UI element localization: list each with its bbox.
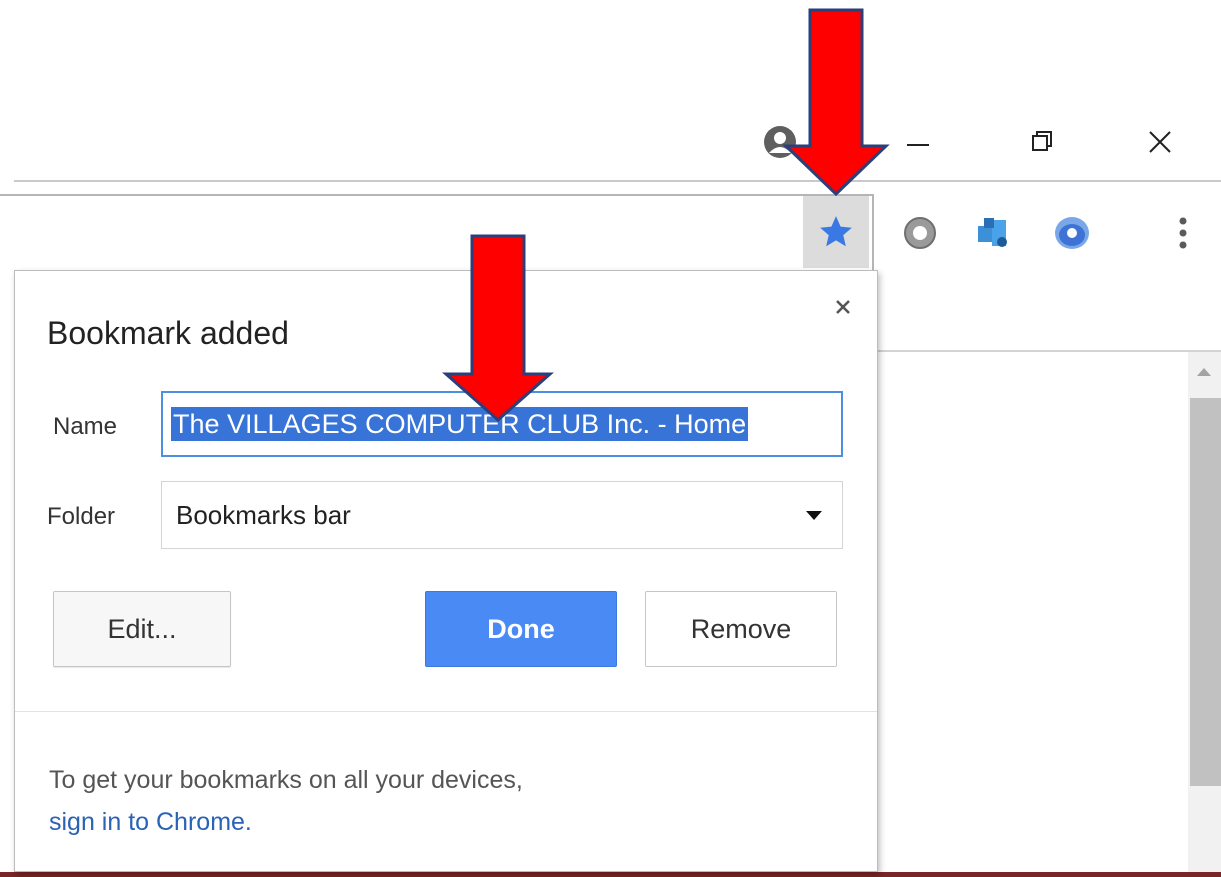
sign-in-link[interactable]: sign in to Chrome. bbox=[49, 801, 523, 843]
dialog-divider bbox=[15, 711, 877, 712]
chrome-menu-button[interactable] bbox=[1158, 208, 1208, 258]
dialog-close-button[interactable] bbox=[827, 291, 859, 323]
close-window-button[interactable] bbox=[1130, 112, 1190, 172]
dropdown-caret-icon bbox=[806, 511, 822, 520]
extension-button-1[interactable] bbox=[895, 208, 945, 258]
page-top-border bbox=[874, 350, 1221, 352]
folder-label: Folder bbox=[47, 503, 116, 530]
address-bar[interactable] bbox=[0, 194, 874, 270]
page-content-strip bbox=[0, 872, 1221, 877]
star-icon bbox=[820, 216, 852, 247]
bookmark-star-button[interactable] bbox=[803, 196, 869, 268]
gray-ring-extension-icon bbox=[904, 217, 936, 249]
done-button[interactable]: Done bbox=[425, 591, 617, 667]
close-icon bbox=[1149, 131, 1171, 153]
close-icon bbox=[836, 300, 850, 314]
restore-icon bbox=[1032, 131, 1052, 151]
blue-globe-extension-icon bbox=[1055, 217, 1089, 249]
name-label: Name bbox=[53, 413, 118, 440]
toolbar-divider bbox=[14, 180, 1221, 182]
folder-value: Bookmarks bar bbox=[176, 499, 351, 530]
dialog-title: Bookmark added bbox=[47, 315, 289, 351]
remove-button[interactable]: Remove bbox=[645, 591, 837, 667]
edit-button[interactable]: Edit... bbox=[53, 591, 231, 667]
sync-promo-text: To get your bookmarks on all your device… bbox=[49, 766, 523, 794]
scroll-up-arrow-icon[interactable] bbox=[1197, 368, 1211, 376]
restore-button[interactable] bbox=[1012, 112, 1072, 172]
minimize-button[interactable] bbox=[888, 112, 948, 172]
minimize-icon bbox=[907, 144, 929, 146]
extension-button-3[interactable] bbox=[1047, 208, 1097, 258]
scrollbar-thumb[interactable] bbox=[1190, 398, 1221, 786]
extension-button-2[interactable] bbox=[968, 208, 1018, 258]
folder-select[interactable]: Bookmarks bar bbox=[161, 481, 843, 549]
red-arrow-icon bbox=[782, 8, 890, 197]
vertical-dots-menu-icon bbox=[1179, 217, 1187, 249]
puzzle-extension-icon bbox=[978, 218, 1007, 247]
red-arrow-icon bbox=[442, 234, 554, 423]
sync-promo: To get your bookmarks on all your device… bbox=[49, 759, 523, 843]
